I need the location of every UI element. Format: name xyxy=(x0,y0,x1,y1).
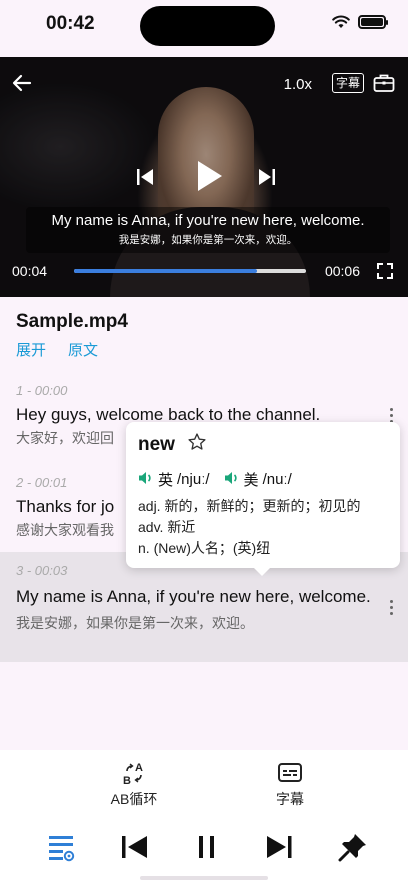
definition-line: n. (New)人名；(英)纽 xyxy=(138,540,271,556)
expand-link[interactable]: 展开 xyxy=(16,339,46,360)
phonetics-row: 英 /njuː/ 美 /nuː/ xyxy=(138,469,388,490)
duration-time: 00:06 xyxy=(324,263,360,279)
home-indicator xyxy=(140,876,268,880)
subtitles-icon xyxy=(278,763,302,782)
file-title: Sample.mp4 xyxy=(16,311,128,332)
pause-icon[interactable] xyxy=(196,832,218,867)
subtitle-settings-button[interactable]: 字幕 xyxy=(260,760,320,809)
playlist-settings-icon[interactable] xyxy=(48,832,76,867)
previous-track-icon[interactable] xyxy=(120,832,150,867)
progress-slider[interactable] xyxy=(74,269,306,273)
star-icon[interactable] xyxy=(187,432,207,457)
progress-fill xyxy=(74,269,258,273)
more-options-icon[interactable] xyxy=(390,600,394,618)
status-icons xyxy=(332,15,388,29)
cue-meta: 1 - 00:00 xyxy=(16,383,68,398)
pin-icon[interactable] xyxy=(338,832,368,867)
play-icon[interactable] xyxy=(194,159,224,198)
overlay-subtitle-en: My name is Anna, if you're new here, wel… xyxy=(51,212,365,229)
current-time: 00:04 xyxy=(12,263,48,279)
speaker-icon[interactable] xyxy=(224,470,240,490)
file-links: 展开 原文 xyxy=(16,339,98,360)
back-arrow-icon[interactable] xyxy=(10,71,34,100)
ab-loop-icon: A B xyxy=(123,762,143,786)
briefcase-icon[interactable] xyxy=(372,71,396,100)
us-phonetic: /nuː/ xyxy=(262,471,292,488)
playback-controls xyxy=(0,832,408,868)
definition-line: adj. 新的，新鲜的；更新的；初见的 xyxy=(138,498,361,514)
cue-text-en[interactable]: My name is Anna, if you're new here, wel… xyxy=(16,584,374,609)
subtitle-label: 字幕 xyxy=(276,791,304,807)
subtitle-toggle-button[interactable]: 字幕 xyxy=(331,73,364,93)
skip-previous-icon[interactable] xyxy=(134,165,156,194)
video-subtitle-overlay: My name is Anna, if you're new here, wel… xyxy=(26,207,390,253)
list-item-active[interactable]: 3 - 00:03 My name is Anna, if you're new… xyxy=(0,552,408,662)
us-label: 美 xyxy=(243,472,259,489)
dictionary-popup[interactable]: new 英 /njuː/ 美 /nuː/ adj. 新的，新鲜的；更新的；初见的… xyxy=(126,422,400,576)
next-track-icon[interactable] xyxy=(264,832,294,867)
overlay-subtitle-zh: 我是安娜，如果你是第一次来，欢迎。 xyxy=(118,234,298,246)
speaker-icon[interactable] xyxy=(138,470,154,490)
video-player[interactable]: 1.0x 字幕 My name is Anna, if you're new h… xyxy=(0,57,408,297)
popup-word: new xyxy=(138,433,175,455)
dynamic-island xyxy=(140,6,275,46)
battery-icon xyxy=(358,15,388,29)
cue-text-zh: 我是安娜，如果你是第一次来，欢迎。 xyxy=(16,615,254,631)
svg-text:A: A xyxy=(135,762,143,774)
status-bar: 00:42 xyxy=(0,0,408,52)
bottom-panel: A B AB循环 字幕 xyxy=(0,750,408,883)
wifi-icon xyxy=(332,15,350,28)
ab-loop-label: AB循环 xyxy=(110,791,158,807)
fullscreen-icon[interactable] xyxy=(376,262,394,285)
ab-loop-button[interactable]: A B AB循环 xyxy=(104,760,164,809)
playback-speed-button[interactable]: 1.0x xyxy=(284,76,312,93)
definitions: adj. 新的，新鲜的；更新的；初见的 adv. 新近 n. (New)人名；(… xyxy=(138,496,388,559)
skip-next-icon[interactable] xyxy=(256,165,278,194)
svg-text:B: B xyxy=(123,775,131,786)
uk-label: 英 xyxy=(158,472,174,489)
definition-line: adv. 新近 xyxy=(138,519,196,535)
status-time: 00:42 xyxy=(46,13,95,34)
uk-phonetic: /njuː/ xyxy=(177,471,210,488)
original-text-link[interactable]: 原文 xyxy=(68,339,98,360)
